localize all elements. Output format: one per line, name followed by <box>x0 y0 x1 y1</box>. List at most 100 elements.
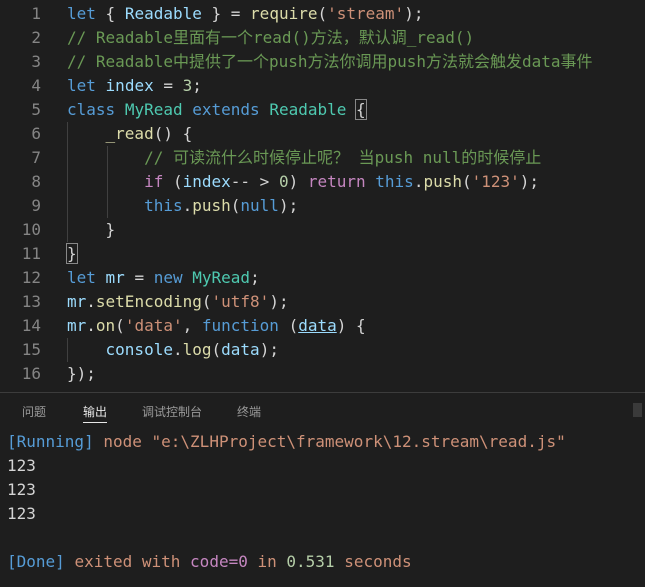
done-seconds-value: 0.531 <box>286 552 335 571</box>
code-text[interactable]: _read() { <box>67 122 193 146</box>
code-line[interactable]: 10 } <box>0 218 645 242</box>
code-line[interactable]: 15 console.log(data); <box>0 338 645 362</box>
code-token: } <box>66 243 78 264</box>
running-command: node <box>103 432 142 451</box>
code-token: ( <box>115 316 125 335</box>
code-token: push <box>423 172 462 191</box>
code-token: MyRead <box>124 100 183 119</box>
code-line[interactable]: 14 mr.on('data', function (data) { <box>0 314 645 338</box>
done-text-exited: exited with <box>74 552 181 571</box>
code-line[interactable]: 16}); <box>0 362 645 386</box>
code-token: } <box>67 220 116 239</box>
line-number: 10 <box>21 220 41 239</box>
running-tag: [Running] <box>7 432 94 451</box>
indent-guide <box>107 146 108 218</box>
code-token: Readable <box>269 100 347 119</box>
code-text[interactable]: let { Readable } = require('stream'); <box>67 2 423 26</box>
code-token: . <box>182 196 193 215</box>
done-text-in: in <box>257 552 277 571</box>
code-token: ( <box>278 316 299 335</box>
tab-output[interactable]: 输出 <box>83 393 108 429</box>
code-line[interactable]: 2 // Readable里面有一个read()方法，默认调_read() <box>0 26 645 50</box>
done-text-seconds: seconds <box>344 552 412 571</box>
tab-problems[interactable]: 问题 <box>22 393 46 429</box>
code-line[interactable]: 11} <box>0 242 645 266</box>
code-text[interactable]: } <box>66 242 78 266</box>
code-text[interactable]: // 可读流什么时候停止呢？ 当push null的时候停止 <box>67 146 541 170</box>
output-result-line: 123 <box>7 504 36 523</box>
code-token: // Readable中提供了一个push方法你调用push方法就会触发data… <box>67 52 593 71</box>
code-token: // Readable里面有一个read()方法，默认调_read() <box>67 28 475 47</box>
line-number: 12 <box>21 268 41 287</box>
code-token: this <box>375 172 414 191</box>
line-number: 6 <box>31 124 41 143</box>
code-line[interactable]: 4 let index = 3; <box>0 74 645 98</box>
code-line[interactable]: 3 // Readable中提供了一个push方法你调用push方法就会触发dat… <box>0 50 645 74</box>
code-token: ( <box>230 196 241 215</box>
code-text[interactable]: // Readable中提供了一个push方法你调用push方法就会触发data… <box>67 50 593 74</box>
code-text[interactable]: mr.setEncoding('utf8'); <box>67 290 289 314</box>
code-token: , <box>182 316 202 335</box>
code-token: push <box>192 196 231 215</box>
code-token: let <box>67 76 96 95</box>
code-token: data <box>298 316 337 335</box>
output-scrollbar[interactable] <box>630 393 645 587</box>
code-line[interactable]: 6 _read() { <box>0 122 645 146</box>
line-number: 13 <box>21 292 41 311</box>
line-number: 1 <box>31 4 41 23</box>
code-token: ( <box>211 340 222 359</box>
code-token: class <box>67 100 116 119</box>
code-token: . <box>172 340 183 359</box>
code-token: }); <box>67 364 96 383</box>
code-text[interactable]: }); <box>67 362 96 386</box>
line-number: 4 <box>31 76 41 95</box>
code-text[interactable]: let index = 3; <box>67 74 202 98</box>
code-token: ) { <box>336 316 366 335</box>
indent-guide <box>67 122 68 242</box>
tab-terminal[interactable]: 终端 <box>237 393 261 429</box>
output-result-line: 123 <box>7 456 36 475</box>
code-token: on <box>95 316 116 335</box>
code-text[interactable]: // Readable里面有一个read()方法，默认调_read() <box>67 26 474 50</box>
code-line[interactable]: 8 if (index-- > 0) return this.push('123… <box>0 170 645 194</box>
code-text[interactable]: class MyRead extends Readable { <box>67 98 367 122</box>
output-scrollbar-thumb[interactable] <box>633 403 642 417</box>
code-line[interactable]: 1 let { Readable } = require('stream'); <box>0 2 645 26</box>
code-text[interactable]: } <box>67 218 116 242</box>
code-text[interactable]: this.push(null); <box>67 194 298 218</box>
code-token: mr <box>67 316 87 335</box>
tab-debug-console[interactable]: 调试控制台 <box>142 393 202 429</box>
indent-guide <box>67 338 68 362</box>
code-editor[interactable]: 1 let { Readable } = require('stream'); 2/… <box>0 0 645 392</box>
code-text[interactable]: mr.on('data', function (data) { <box>67 314 366 338</box>
code-text[interactable]: let mr = new MyRead; <box>67 266 260 290</box>
code-token: = <box>153 76 183 95</box>
code-token: index <box>182 172 231 191</box>
code-token: } = <box>201 4 251 23</box>
code-token: = <box>124 268 154 287</box>
code-token: this <box>144 196 183 215</box>
running-path: "e:\ZLHProject\framework\12.stream\read.… <box>151 432 566 451</box>
tab-problems-label: 问题 <box>22 405 47 419</box>
code-line[interactable]: 12 let mr = new MyRead; <box>0 266 645 290</box>
code-token: mr <box>105 268 125 287</box>
code-line[interactable]: 5 class MyRead extends Readable { <box>0 98 645 122</box>
code-token: extends <box>192 100 260 119</box>
code-line[interactable]: 13 mr.setEncoding('utf8'); <box>0 290 645 314</box>
code-token: 3 <box>182 76 193 95</box>
line-number: 7 <box>31 148 41 167</box>
code-line[interactable]: 7 // 可读流什么时候停止呢？ 当push null的时候停止 <box>0 146 645 170</box>
code-text[interactable]: if (index-- > 0) return this.push('123')… <box>67 170 539 194</box>
code-text[interactable]: console.log(data); <box>67 338 279 362</box>
code-token: index <box>105 76 154 95</box>
code-token: 'stream' <box>327 4 405 23</box>
code-token: -- > <box>230 172 279 191</box>
code-token: . <box>86 292 96 311</box>
code-line[interactable]: 9 this.push(null); <box>0 194 645 218</box>
code-token: // 可读流什么时候停止呢？ 当push null的时候停止 <box>144 148 542 167</box>
code-token: ; <box>250 268 260 287</box>
